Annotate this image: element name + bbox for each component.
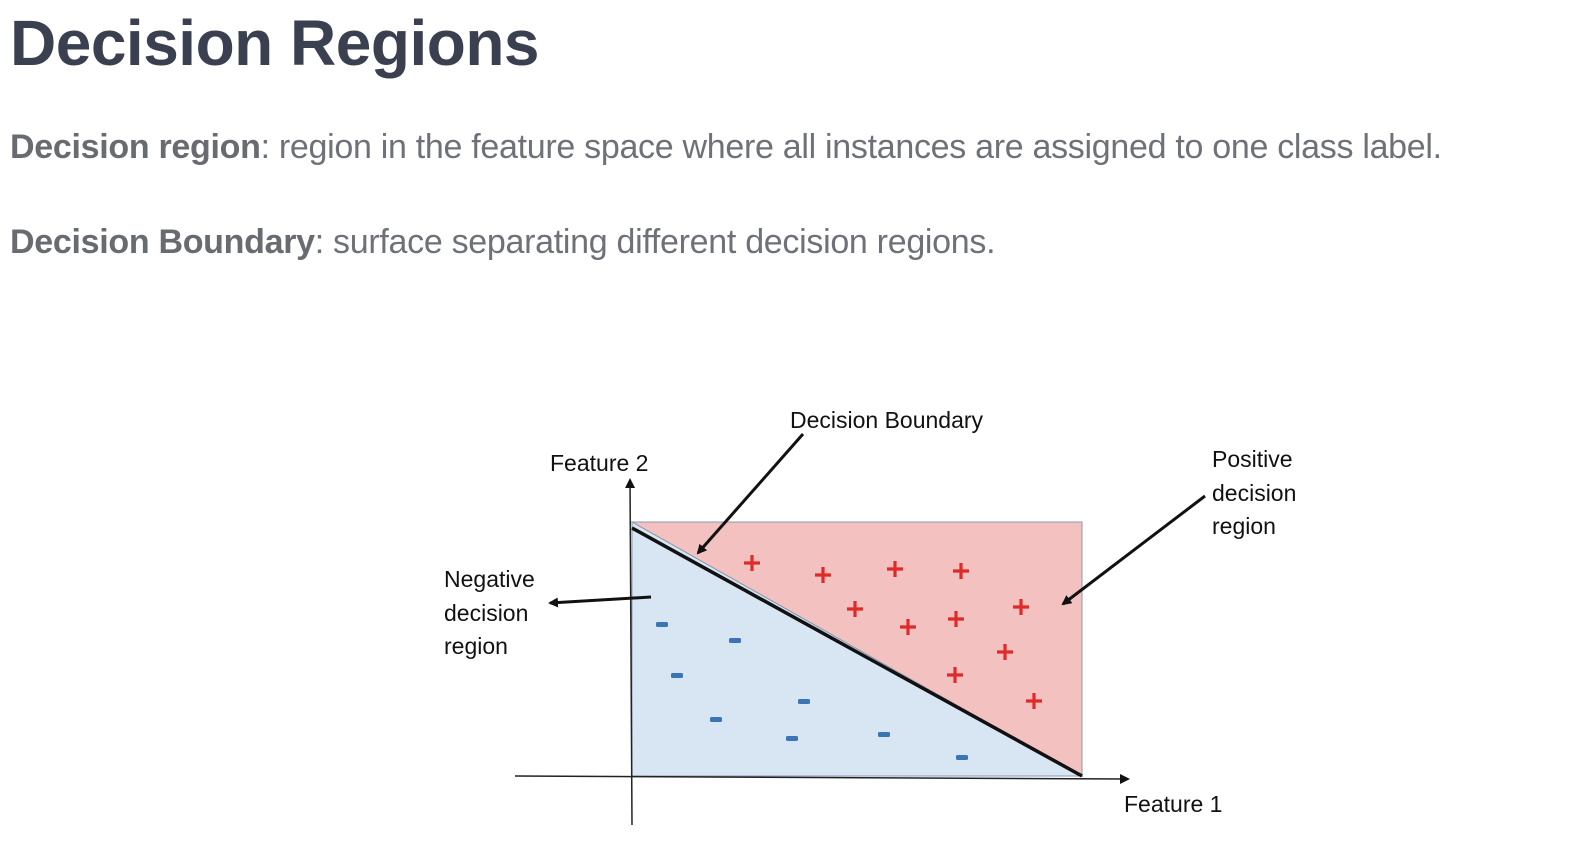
positive-label-1: Positive [1212, 446, 1293, 472]
negative-point [710, 717, 722, 722]
negative-label-1: Negative [444, 566, 535, 592]
negative-point [729, 638, 741, 643]
y-axis-label: Feature 2 [550, 450, 648, 476]
positive-arrow [1061, 494, 1206, 606]
negative-label-3: region [444, 633, 508, 659]
negative-point [656, 622, 668, 627]
negative-point [798, 699, 810, 704]
negative-point [956, 755, 968, 760]
positive-label-3: region [1212, 513, 1276, 539]
x-axis-label: Feature 1 [1124, 791, 1222, 817]
positive-label-2: decision [1212, 480, 1296, 506]
negative-point [786, 736, 798, 741]
decision-region-diagram: Decision Boundary Feature 2 Feature 1 Po… [444, 407, 1296, 826]
negative-label-2: decision [444, 600, 528, 626]
boundary-label: Decision Boundary [790, 407, 984, 433]
negative-point [878, 732, 890, 737]
negative-point [671, 673, 683, 678]
